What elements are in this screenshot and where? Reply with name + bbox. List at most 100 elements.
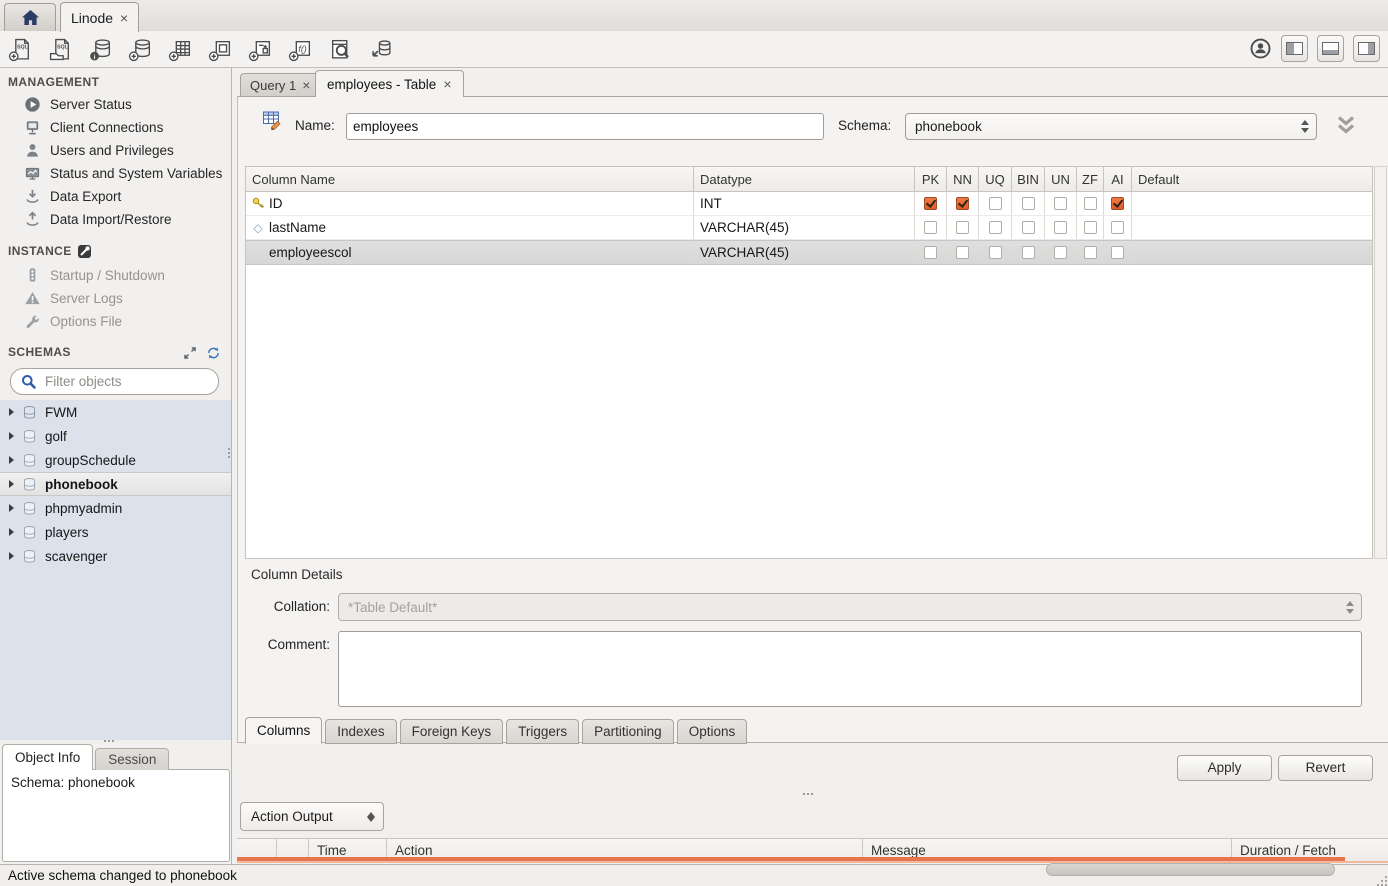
un-checkbox[interactable]	[1054, 197, 1067, 210]
output-panel-splitter[interactable]	[803, 793, 805, 795]
schema-filter-input[interactable]	[43, 373, 224, 390]
schema-select[interactable]: phonebook	[905, 113, 1317, 140]
tab-columns[interactable]: Columns	[245, 717, 322, 744]
create-table-icon[interactable]	[166, 35, 194, 63]
sidebar-item-data-export[interactable]: Data Export	[24, 185, 230, 207]
toggle-bottom-panel-icon[interactable]	[1317, 35, 1344, 62]
nn-checkbox[interactable]	[956, 246, 969, 259]
tab-object-info[interactable]: Object Info	[2, 744, 93, 770]
connection-tab[interactable]: Linode ×	[60, 2, 139, 32]
create-schema-icon[interactable]	[126, 35, 154, 63]
pk-checkbox[interactable]	[924, 221, 937, 234]
schema-item-players[interactable]: players	[0, 520, 231, 544]
workbench-assistant-icon[interactable]	[1249, 37, 1272, 60]
header-ai[interactable]: AI	[1104, 167, 1132, 191]
apply-button[interactable]: Apply	[1177, 755, 1272, 781]
schema-item-groupschedule[interactable]: groupSchedule	[0, 448, 231, 472]
expander-icon[interactable]	[9, 480, 14, 488]
expander-icon[interactable]	[9, 552, 14, 560]
header-column-name[interactable]: Column Name	[246, 167, 694, 191]
expander-icon[interactable]	[9, 504, 14, 512]
ai-checkbox[interactable]	[1111, 197, 1124, 210]
header-nn[interactable]: NN	[947, 167, 979, 191]
sidebar-item-server-status[interactable]: Server Status	[24, 93, 230, 115]
inspect-database-icon[interactable]: i	[86, 35, 114, 63]
open-sql-script-icon[interactable]: SQL	[46, 35, 74, 63]
tab-triggers[interactable]: Triggers	[506, 719, 579, 744]
resize-grip-icon[interactable]	[1381, 880, 1383, 882]
close-icon[interactable]: ×	[443, 77, 451, 91]
comment-textarea[interactable]	[338, 631, 1362, 707]
collation-select[interactable]: *Table Default*	[338, 593, 1362, 621]
expander-icon[interactable]	[9, 528, 14, 536]
sidebar-item-status-system-variables[interactable]: Status and System Variables	[24, 162, 230, 184]
default-cell[interactable]	[1132, 241, 1372, 264]
default-cell[interactable]	[1132, 216, 1372, 239]
toggle-left-sidebar-icon[interactable]	[1281, 35, 1308, 62]
column-row-lastname[interactable]: ◇ lastName VARCHAR(45)	[246, 216, 1372, 240]
home-tab[interactable]	[4, 3, 56, 31]
un-checkbox[interactable]	[1054, 246, 1067, 259]
zf-checkbox[interactable]	[1084, 246, 1097, 259]
collapse-header-chevron-icon[interactable]	[1332, 114, 1360, 138]
grid-vertical-scrollbar[interactable]	[1374, 166, 1387, 559]
sidebar-item-data-import[interactable]: Data Import/Restore	[24, 208, 230, 230]
bin-checkbox[interactable]	[1022, 197, 1035, 210]
header-bin[interactable]: BIN	[1012, 167, 1045, 191]
nn-checkbox[interactable]	[956, 197, 969, 210]
header-pk[interactable]: PK	[915, 167, 947, 191]
sidebar-item-users-privileges[interactable]: Users and Privileges	[24, 139, 230, 161]
default-cell[interactable]	[1132, 192, 1372, 215]
sidebar-item-server-logs[interactable]: Server Logs	[24, 287, 230, 309]
expander-icon[interactable]	[9, 408, 14, 416]
nn-checkbox[interactable]	[956, 221, 969, 234]
uq-checkbox[interactable]	[989, 221, 1002, 234]
zf-checkbox[interactable]	[1084, 221, 1097, 234]
expander-icon[interactable]	[9, 456, 14, 464]
toggle-right-sidebar-icon[interactable]	[1353, 35, 1380, 62]
close-icon[interactable]: ×	[302, 78, 310, 92]
refresh-schemas-icon[interactable]	[206, 346, 221, 360]
schema-item-golf[interactable]: golf	[0, 424, 231, 448]
tab-session[interactable]: Session	[95, 748, 169, 770]
un-checkbox[interactable]	[1054, 221, 1067, 234]
sidebar-item-options-file[interactable]: Options File	[24, 310, 230, 332]
create-view-icon[interactable]	[206, 35, 234, 63]
sidebar-item-client-connections[interactable]: Client Connections	[24, 116, 230, 138]
create-function-icon[interactable]: f()	[286, 35, 314, 63]
schema-item-phonebook[interactable]: phonebook	[0, 472, 231, 496]
tab-employees-table[interactable]: employees - Table ×	[315, 70, 464, 97]
expand-schemas-icon[interactable]	[183, 346, 197, 360]
column-row-employeescol[interactable]: employeescol VARCHAR(45)	[246, 240, 1372, 265]
create-procedure-icon[interactable]	[246, 35, 274, 63]
ai-checkbox[interactable]	[1111, 246, 1124, 259]
close-icon[interactable]: ×	[120, 11, 128, 25]
output-selector[interactable]: Action Output	[240, 802, 384, 831]
revert-button[interactable]: Revert	[1278, 755, 1373, 781]
sidebar-splitter[interactable]	[228, 448, 230, 450]
pk-checkbox[interactable]	[924, 197, 937, 210]
search-table-data-icon[interactable]	[326, 35, 354, 63]
header-default[interactable]: Default	[1132, 167, 1372, 191]
column-row-id[interactable]: ID INT	[246, 192, 1372, 216]
ai-checkbox[interactable]	[1111, 221, 1124, 234]
uq-checkbox[interactable]	[989, 246, 1002, 259]
tab-indexes[interactable]: Indexes	[325, 719, 396, 744]
info-panel-splitter[interactable]	[104, 740, 106, 742]
bin-checkbox[interactable]	[1022, 221, 1035, 234]
tab-options[interactable]: Options	[677, 719, 748, 744]
header-un[interactable]: UN	[1045, 167, 1077, 191]
bin-checkbox[interactable]	[1022, 246, 1035, 259]
tab-foreign-keys[interactable]: Foreign Keys	[400, 719, 504, 744]
zf-checkbox[interactable]	[1084, 197, 1097, 210]
header-zf[interactable]: ZF	[1077, 167, 1104, 191]
header-datatype[interactable]: Datatype	[694, 167, 915, 191]
schema-item-phpmyadmin[interactable]: phpmyadmin	[0, 496, 231, 520]
output-horizontal-scrollbar[interactable]	[1046, 863, 1335, 876]
new-sql-tab-icon[interactable]: SQL	[6, 35, 34, 63]
data-transfer-wizard-icon[interactable]	[366, 35, 394, 63]
schema-item-fwm[interactable]: FWM	[0, 400, 231, 424]
pk-checkbox[interactable]	[924, 246, 937, 259]
table-name-input[interactable]	[346, 113, 824, 140]
tab-partitioning[interactable]: Partitioning	[582, 719, 674, 744]
